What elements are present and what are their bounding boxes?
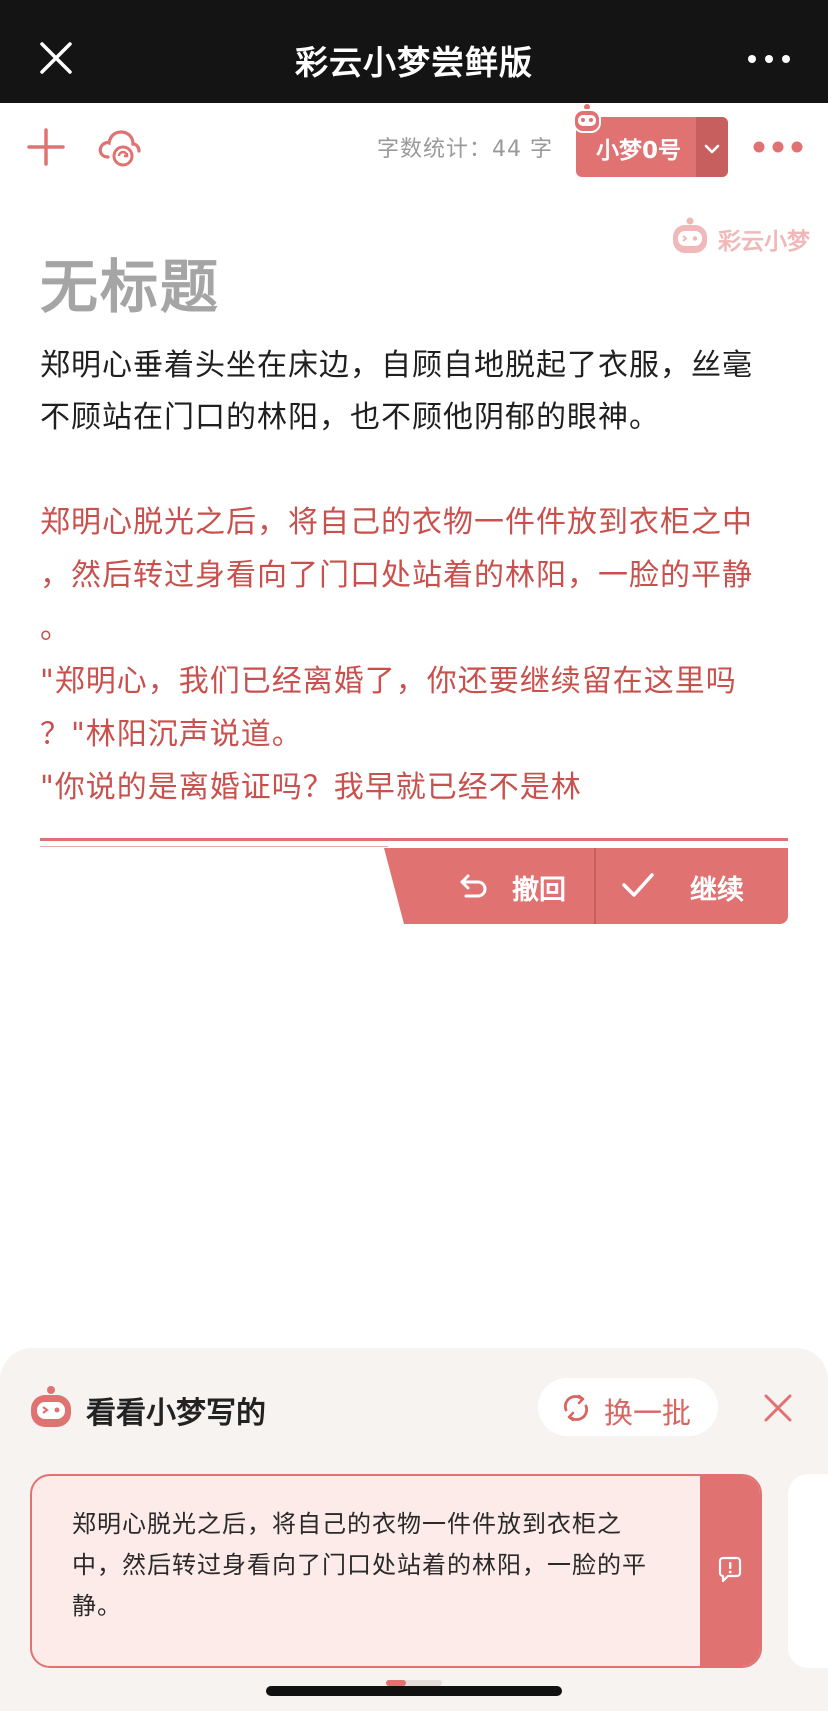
more-horizontal-icon[interactable]: [744, 44, 794, 74]
editor-toolbar: 字数统计：44 字 小梦0号: [0, 103, 828, 199]
generated-line: 。: [40, 611, 71, 646]
robot-logo-icon: [673, 217, 707, 253]
more-dots-icon[interactable]: [752, 135, 804, 159]
continuation-actions: 撤回 继续: [384, 848, 788, 924]
app-title: 彩云小梦尝鲜版: [295, 43, 533, 82]
continue-button[interactable]: 继续: [596, 848, 788, 924]
generated-continuation[interactable]: 郑明心脱光之后，将自己的衣物一件件放到衣柜之中 ，然后转过身看向了门口处站着的林…: [40, 496, 790, 814]
divider-line: [40, 838, 788, 841]
title-bar: 彩云小梦尝鲜版: [0, 0, 828, 103]
continue-label: 继续: [690, 875, 744, 906]
undo-button[interactable]: 撤回: [398, 848, 576, 924]
generated-line: 郑明心脱光之后，将自己的衣物一件件放到衣柜之中: [40, 505, 753, 540]
watermark-text: 彩云小梦: [718, 229, 810, 255]
next-suggestion-card[interactable]: [788, 1474, 828, 1668]
chevron-down-icon: [704, 144, 720, 154]
generated-line: ，然后转过身看向了门口处站着的林阳，一脸的平静: [40, 558, 753, 593]
generated-line: ？"林阳沉声说道。: [40, 717, 303, 752]
paragraph-line: 郑明心垂着头坐在床边，自顾自地脱起了衣服，丝毫: [40, 348, 753, 383]
suggestion-text: 郑明心脱光之后，将自己的衣物一件件放到衣柜之 中，然后转过身看向了门口处站着的林…: [72, 1504, 672, 1627]
refresh-batch-button[interactable]: 换一批: [538, 1378, 718, 1436]
undo-icon: [460, 874, 487, 898]
document-paragraph[interactable]: 郑明心垂着头坐在床边，自顾自地脱起了衣服，丝毫 不顾站在门口的林阳，也不顾他阴郁…: [40, 340, 790, 444]
suggestion-line: 郑明心脱光之后，将自己的衣物一件件放到衣柜之: [72, 1510, 622, 1538]
suggestion-card[interactable]: 郑明心脱光之后，将自己的衣物一件件放到衣柜之 中，然后转过身看向了门口处站着的林…: [30, 1474, 762, 1668]
paragraph-line: 不顾站在门口的林阳，也不顾他阴郁的眼神。: [40, 400, 660, 435]
suggestions-panel: 看看小梦写的 换一批 郑明心脱光之后，将自己的衣物一件件放到衣柜之 中，然后转过…: [0, 1348, 828, 1711]
generated-line: "郑明心，我们已经离婚了，你还要继续留在这里吗: [40, 664, 737, 699]
home-indicator: [266, 1686, 562, 1696]
generated-line: "你说的是离婚证吗？我早就已经不是林: [40, 770, 582, 805]
feedback-button[interactable]: [700, 1476, 760, 1666]
plus-icon[interactable]: [26, 127, 66, 167]
suggestion-line: 静。: [72, 1592, 122, 1620]
suggestion-line: 中，然后转过身看向了门口处站着的林阳，一脸的平: [72, 1551, 647, 1579]
model-label: 小梦0号: [596, 138, 682, 164]
feedback-icon: [718, 1556, 742, 1583]
refresh-icon: [564, 1394, 588, 1422]
document-title[interactable]: 无标题: [40, 240, 220, 324]
robot-badge-icon: [573, 104, 601, 133]
refresh-label: 换一批: [604, 1396, 692, 1430]
cloud-sync-icon[interactable]: [96, 125, 142, 169]
undo-label: 撤回: [512, 875, 566, 906]
robot-logo-icon: [31, 1386, 71, 1427]
panel-title: 看看小梦写的: [86, 1396, 266, 1431]
close-icon[interactable]: [762, 1392, 794, 1424]
word-count: 字数统计：44 字: [377, 137, 553, 162]
check-icon: [622, 873, 654, 897]
divider-line-thin: [40, 846, 388, 847]
